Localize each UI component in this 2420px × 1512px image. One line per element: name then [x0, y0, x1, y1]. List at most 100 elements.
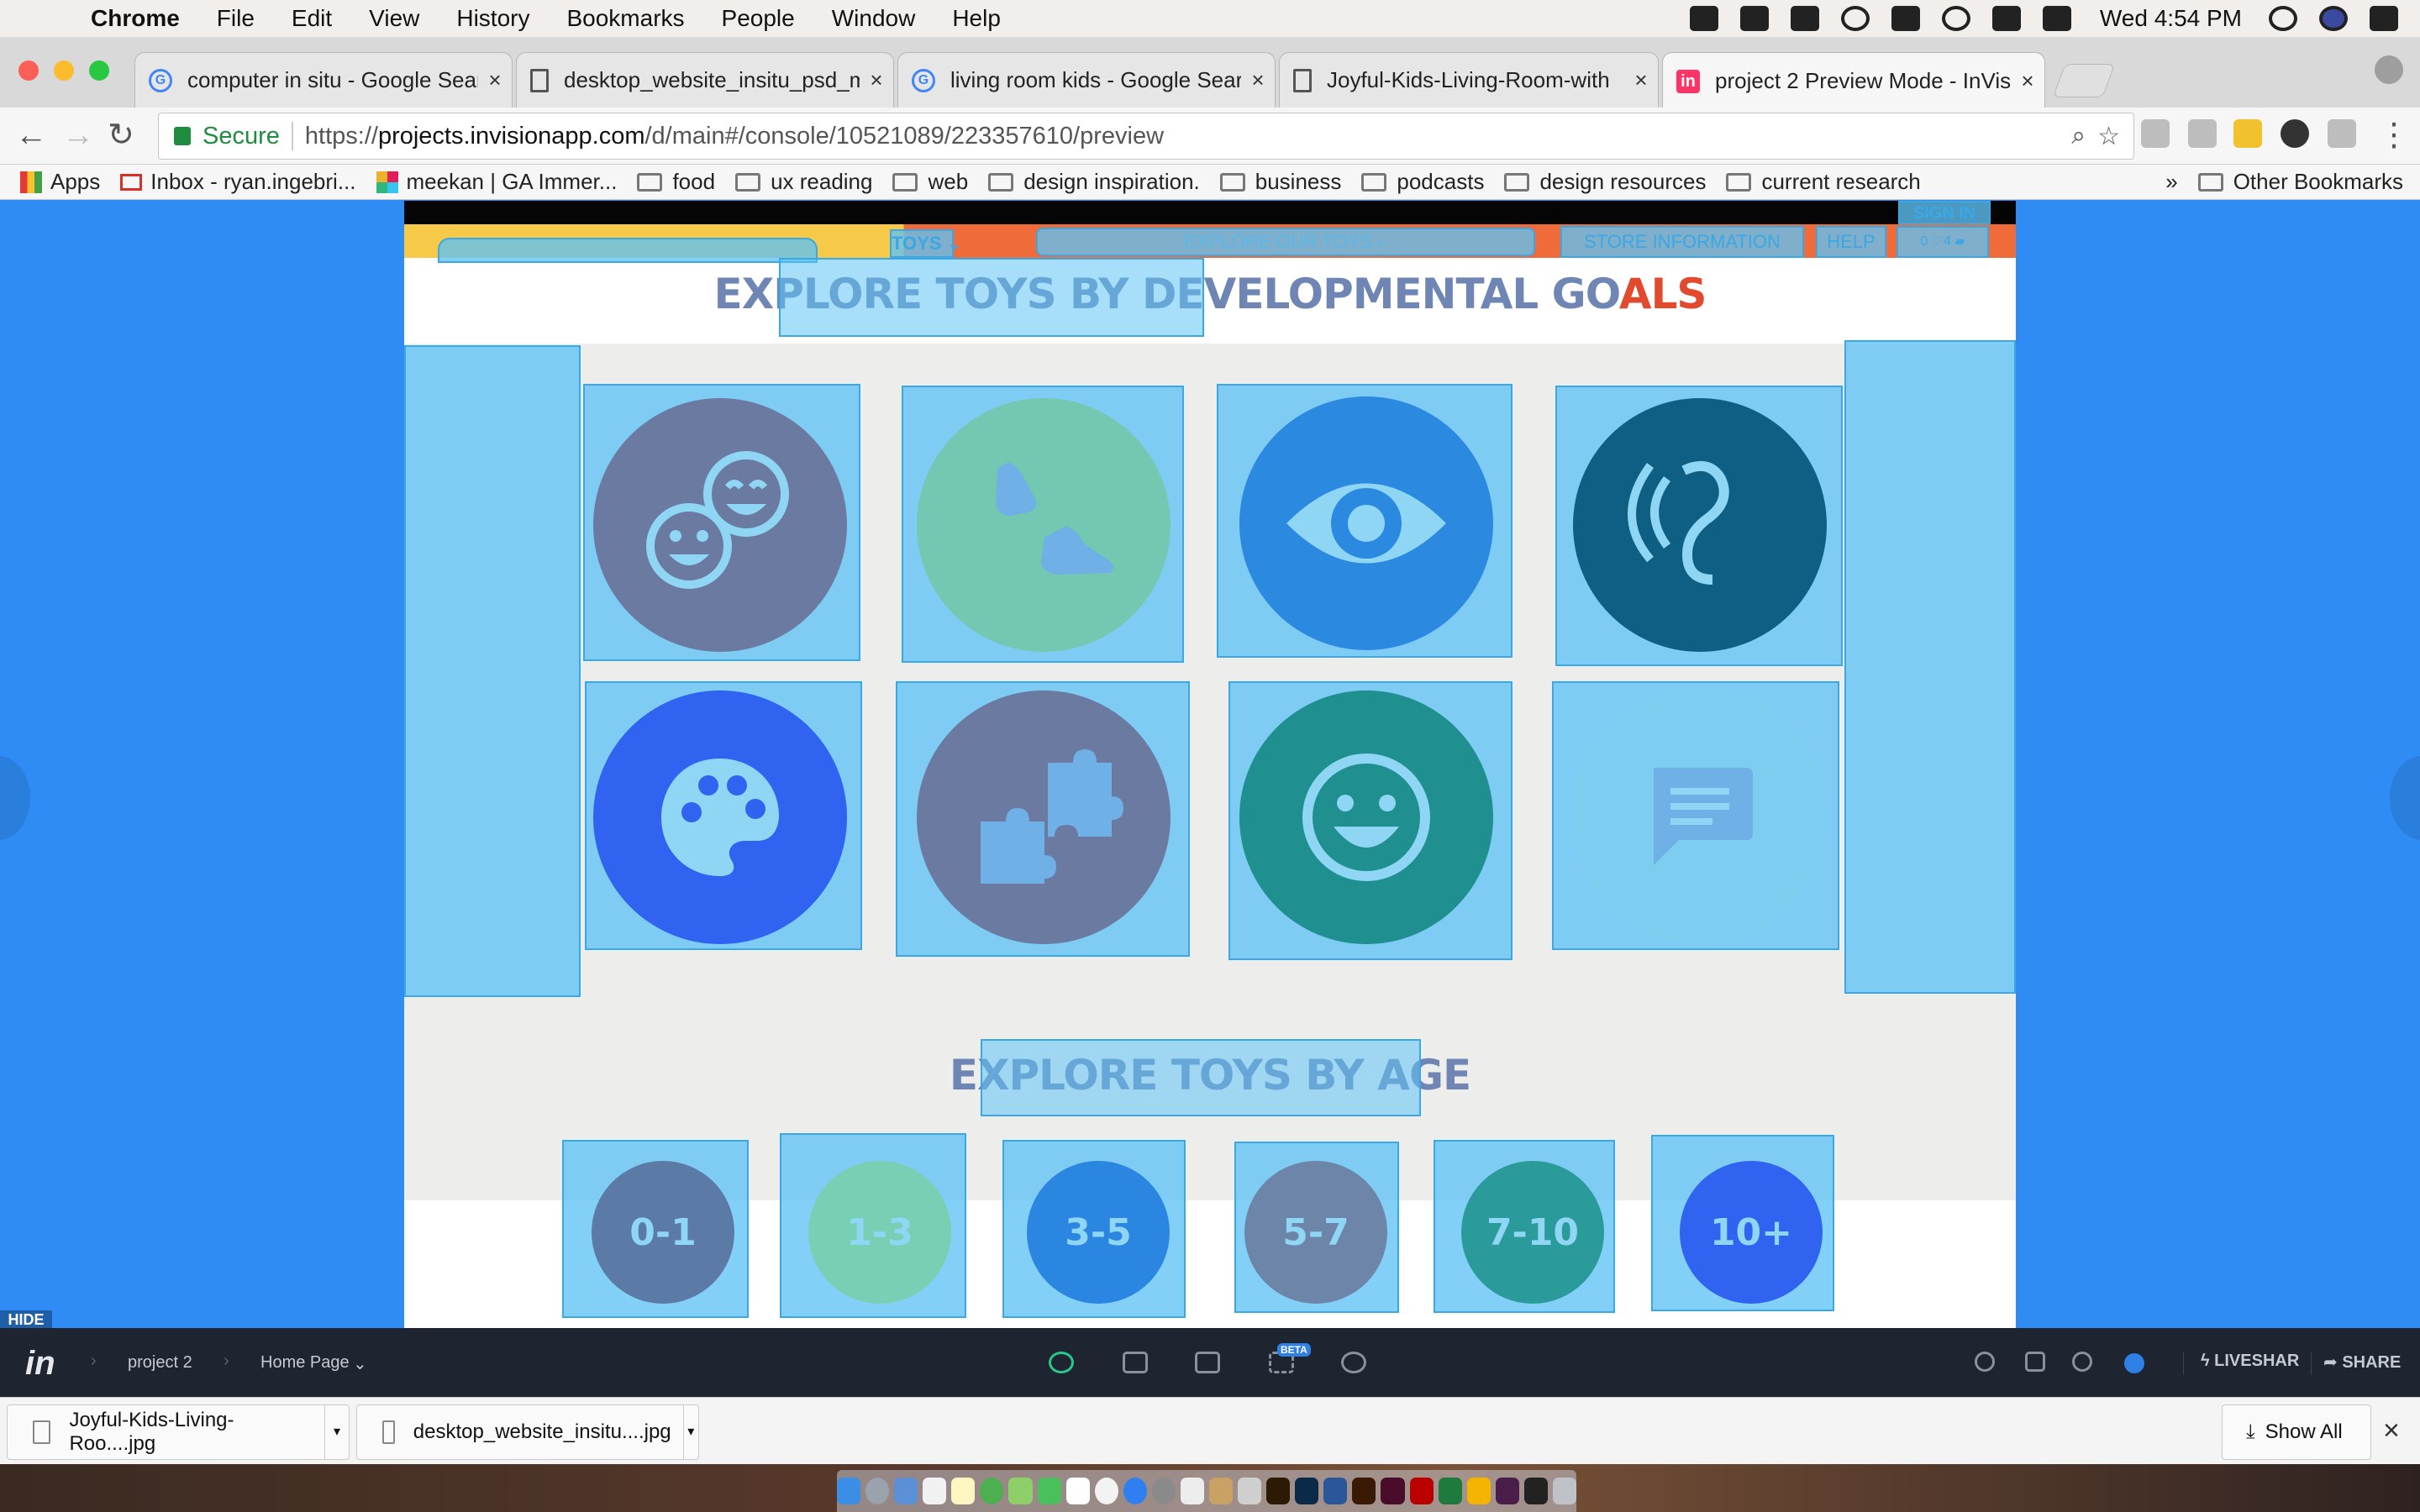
sketch-app-icon[interactable]	[1466, 1478, 1491, 1504]
indesign-app-icon[interactable]	[1381, 1478, 1405, 1504]
build-mode-icon[interactable]	[1123, 1352, 1148, 1373]
airplay-icon[interactable]	[1991, 6, 2021, 31]
bookmark-business[interactable]: business	[1219, 169, 1341, 195]
tab-joyful-kids[interactable]: Joyful-Kids-Living-Room-with ×	[1279, 52, 1659, 108]
app-store-icon[interactable]	[1123, 1478, 1147, 1504]
share-link-icon[interactable]	[1975, 1352, 1995, 1372]
explore-toys-search[interactable]: EXPLORE OUR TOYS ⌕	[1036, 228, 1535, 256]
cart-wishlist[interactable]: 0 ♡4 ▰	[1897, 226, 1989, 258]
grammarly-extension-icon[interactable]	[2328, 119, 2356, 148]
menu-help[interactable]: Help	[952, 5, 1001, 32]
download-options-icon[interactable]: ▾	[682, 1405, 698, 1459]
user-avatar-icon[interactable]	[2319, 6, 2348, 31]
bookmark-web[interactable]: web	[892, 169, 968, 195]
back-icon[interactable]: ←	[15, 119, 47, 151]
address-bar[interactable]: Secure https:// projects.invisionapp.com…	[158, 113, 2134, 160]
close-tab-icon[interactable]: ×	[860, 67, 893, 93]
creative-cloud-icon[interactable]	[1840, 6, 1870, 31]
finder-icon[interactable]	[836, 1478, 861, 1504]
show-all-downloads-button[interactable]: ⤓ Show All	[2222, 1404, 2371, 1460]
tab-desktop-website[interactable]: desktop_website_insitu_psd_m ×	[516, 52, 894, 108]
screen-dropdown-icon[interactable]: ⌄	[353, 1353, 367, 1374]
hide-toolbar-button[interactable]: HIDE	[0, 1310, 52, 1329]
history-mode-icon[interactable]	[1341, 1352, 1366, 1373]
library-extension-icon[interactable]	[2188, 119, 2217, 148]
settings-gear-icon[interactable]	[2072, 1352, 2092, 1372]
acrobat-app-icon[interactable]	[1409, 1478, 1434, 1504]
close-tab-icon[interactable]: ×	[2011, 68, 2044, 94]
close-tab-icon[interactable]: ×	[478, 67, 512, 93]
trash-icon[interactable]	[1552, 1478, 1577, 1504]
drive-extension-icon[interactable]	[2141, 119, 2170, 148]
invision-logo-icon[interactable]: in	[25, 1345, 55, 1383]
profile-icon[interactable]	[2375, 55, 2403, 84]
share-button[interactable]: ➦ SHARE	[2311, 1352, 2401, 1375]
kindle-icon[interactable]	[1689, 6, 1718, 31]
zoom-window-icon[interactable]	[89, 60, 109, 81]
battery-icon[interactable]	[2042, 6, 2071, 31]
tab-project-2-preview[interactable]: in project 2 Preview Mode - InVis ×	[1662, 52, 2045, 109]
reload-icon[interactable]: ↻	[108, 119, 134, 151]
bookmark-apps[interactable]: Apps	[20, 169, 100, 195]
user-avatar[interactable]	[2124, 1353, 2144, 1373]
menu-file[interactable]: File	[217, 5, 255, 32]
stack-extension-icon[interactable]	[2233, 119, 2262, 148]
maps-app-icon[interactable]	[1008, 1478, 1033, 1504]
bridge-app-icon[interactable]	[1266, 1478, 1291, 1504]
zoom-icon[interactable]: ⌕	[2071, 122, 2086, 150]
notification-center-icon[interactable]	[2370, 6, 2398, 31]
apple-icon[interactable]	[32, 4, 57, 33]
launchpad-icon[interactable]	[865, 1478, 890, 1504]
breadcrumb-screen[interactable]: Home Page	[260, 1353, 350, 1373]
tab-living-room-kids[interactable]: G living room kids - Google Sear ×	[897, 52, 1276, 108]
next-screen-arrow[interactable]	[2390, 756, 2420, 840]
messages-app-icon[interactable]	[1037, 1478, 1061, 1504]
menu-window[interactable]: Window	[832, 5, 916, 32]
mail-app-icon[interactable]	[894, 1478, 918, 1504]
system-preferences-icon[interactable]	[1151, 1478, 1176, 1504]
tab-computer-in-situ[interactable]: G computer in situ - Google Sear ×	[134, 52, 513, 108]
terminal-app-icon[interactable]	[1523, 1478, 1548, 1504]
menu-view[interactable]: View	[369, 5, 419, 32]
close-window-icon[interactable]	[18, 60, 39, 81]
bookmark-podcasts[interactable]: podcasts	[1361, 169, 1484, 195]
menu-history[interactable]: History	[456, 5, 529, 32]
liveshare-button[interactable]: ϟ LIVESHAR	[2183, 1352, 2299, 1375]
notes-icon[interactable]	[1891, 6, 1920, 31]
bookmark-design-resources[interactable]: design resources	[1504, 169, 1706, 195]
close-downloads-icon[interactable]: ×	[2383, 1415, 2400, 1447]
site-logo[interactable]	[438, 238, 818, 263]
speed-extension-icon[interactable]	[2281, 119, 2309, 148]
bookmark-food[interactable]: food	[637, 169, 715, 195]
chrome-menu-icon[interactable]: ⋮	[2378, 119, 2410, 151]
spotlight-search-icon[interactable]	[2269, 6, 2297, 31]
illustrator-app-icon[interactable]	[1352, 1478, 1376, 1504]
xd-app-icon[interactable]	[1495, 1478, 1519, 1504]
age-title-hotspot[interactable]	[981, 1039, 1421, 1116]
help-link[interactable]: HELP	[1816, 226, 1886, 258]
close-tab-icon[interactable]: ×	[1624, 67, 1658, 93]
menu-clock[interactable]: Wed 4:54 PM	[2100, 5, 2242, 32]
photoshop-app-icon[interactable]	[1295, 1478, 1319, 1504]
breadcrumb-project[interactable]: project 2	[128, 1353, 192, 1373]
bookmark-current-research[interactable]: current research	[1726, 169, 1921, 195]
sign-in-link[interactable]: SIGN IN	[1898, 201, 1991, 224]
bookmark-inbox[interactable]: Inbox - ryan.ingebri...	[120, 169, 356, 195]
close-tab-icon[interactable]: ×	[1241, 67, 1275, 93]
dropbox-icon[interactable]	[1739, 6, 1769, 31]
itunes-app-icon[interactable]	[1094, 1478, 1118, 1504]
notes-app-icon[interactable]	[951, 1478, 976, 1504]
menu-bookmarks[interactable]: Bookmarks	[566, 5, 684, 32]
menu-people[interactable]: People	[722, 5, 795, 32]
bookmark-design-inspiration[interactable]: design inspiration.	[988, 169, 1200, 195]
menu-edit[interactable]: Edit	[292, 5, 332, 32]
left-hotspot[interactable]	[404, 345, 581, 997]
forward-icon[interactable]: →	[62, 119, 94, 151]
drive-icon[interactable]	[1790, 6, 1819, 31]
photos-app-icon[interactable]	[1065, 1478, 1090, 1504]
bookmark-star-icon[interactable]: ☆	[2097, 122, 2120, 151]
preview-app-icon[interactable]	[1180, 1478, 1204, 1504]
menu-app-name[interactable]: Chrome	[91, 5, 180, 32]
wifi-icon[interactable]	[1941, 6, 1970, 31]
other-bookmarks[interactable]: Other Bookmarks	[2197, 169, 2403, 195]
